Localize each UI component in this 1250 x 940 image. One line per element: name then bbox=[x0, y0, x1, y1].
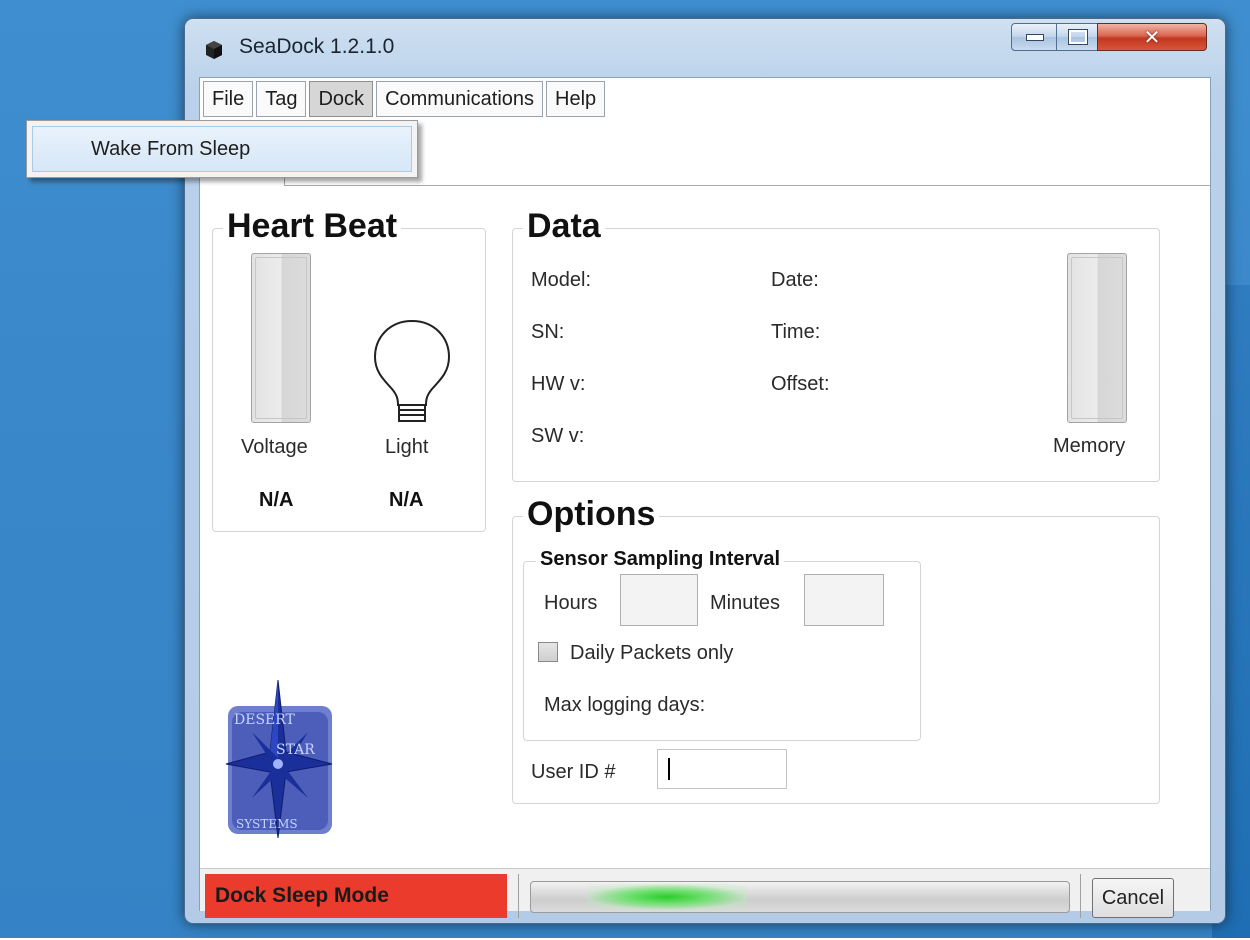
memory-label: Memory bbox=[1053, 435, 1126, 457]
menu-help[interactable]: Help bbox=[546, 81, 606, 117]
sampling-interval-title: Sensor Sampling Interval bbox=[536, 548, 785, 571]
minimize-button[interactable] bbox=[1011, 23, 1059, 51]
user-id-label: User ID # bbox=[531, 761, 616, 783]
user-id-input[interactable] bbox=[657, 749, 787, 789]
close-icon: ✕ bbox=[1143, 25, 1161, 49]
sn-label: SN: bbox=[531, 321, 565, 343]
menu-communications[interactable]: Communications bbox=[376, 81, 544, 117]
client-area: File Tag Dock Communications Help Heart … bbox=[199, 77, 1211, 918]
voltage-bar bbox=[251, 253, 311, 423]
svg-text:DESERT: DESERT bbox=[234, 712, 296, 728]
hw-version-label: HW v: bbox=[531, 373, 586, 395]
company-logo: DESERT STAR SYSTEMS bbox=[225, 679, 333, 839]
minimize-icon bbox=[1026, 33, 1044, 41]
max-logging-days-label: Max logging days: bbox=[544, 694, 706, 716]
options-group: Options Sensor Sampling Interval Hours M… bbox=[512, 495, 1160, 804]
data-title: Data bbox=[523, 207, 605, 246]
memory-bar bbox=[1067, 253, 1127, 423]
sampling-interval-group: Sensor Sampling Interval Hours Minutes D… bbox=[523, 548, 921, 741]
model-label: Model: bbox=[531, 269, 592, 291]
status-mode: Dock Sleep Mode bbox=[205, 874, 507, 918]
menu-tag[interactable]: Tag bbox=[256, 81, 307, 117]
heart-beat-group: Heart Beat Voltage Light N/A N/A bbox=[212, 207, 486, 532]
sw-version-label: SW v: bbox=[531, 425, 585, 447]
data-group: Data Model: SN: HW v: SW v: Date: Time: … bbox=[512, 207, 1160, 482]
menu-item-wake-from-sleep[interactable]: Wake From Sleep bbox=[32, 126, 412, 172]
window-title: SeaDock 1.2.1.0 bbox=[239, 35, 395, 58]
maximize-button[interactable] bbox=[1056, 23, 1100, 51]
maximize-icon bbox=[1068, 29, 1088, 45]
text-caret bbox=[668, 758, 670, 780]
close-button[interactable]: ✕ bbox=[1097, 23, 1207, 51]
status-bar: Dock Sleep Mode Cancel bbox=[200, 868, 1210, 918]
dock-dropdown-menu: Wake From Sleep bbox=[26, 120, 418, 178]
daily-packets-label: Daily Packets only bbox=[570, 642, 734, 664]
app-icon bbox=[206, 41, 222, 59]
options-title: Options bbox=[523, 495, 660, 534]
voltage-label: Voltage bbox=[241, 436, 308, 458]
progress-bar bbox=[530, 881, 1070, 913]
tab-divider-line bbox=[284, 185, 1210, 186]
progress-indicator bbox=[587, 884, 747, 910]
status-separator bbox=[518, 874, 519, 918]
daily-packets-checkbox[interactable] bbox=[538, 642, 558, 662]
cancel-button[interactable]: Cancel bbox=[1092, 878, 1174, 918]
menu-file[interactable]: File bbox=[203, 81, 254, 117]
light-bulb-icon bbox=[373, 319, 451, 422]
light-label: Light bbox=[385, 436, 429, 458]
offset-label: Offset: bbox=[771, 373, 830, 395]
svg-text:SYSTEMS: SYSTEMS bbox=[236, 817, 298, 831]
heart-beat-title: Heart Beat bbox=[223, 207, 402, 246]
time-label: Time: bbox=[771, 321, 821, 343]
minutes-label: Minutes bbox=[710, 592, 781, 614]
light-value: N/A bbox=[389, 489, 424, 511]
hours-label: Hours bbox=[544, 592, 598, 614]
status-separator-2 bbox=[1080, 874, 1081, 918]
voltage-value: N/A bbox=[259, 489, 294, 511]
menu-dock[interactable]: Dock bbox=[309, 81, 374, 117]
date-label: Date: bbox=[771, 269, 819, 291]
svg-text:STAR: STAR bbox=[276, 742, 315, 758]
menu-bar: File Tag Dock Communications Help bbox=[203, 81, 606, 119]
minutes-input[interactable] bbox=[804, 574, 884, 626]
hours-input[interactable] bbox=[620, 574, 698, 626]
